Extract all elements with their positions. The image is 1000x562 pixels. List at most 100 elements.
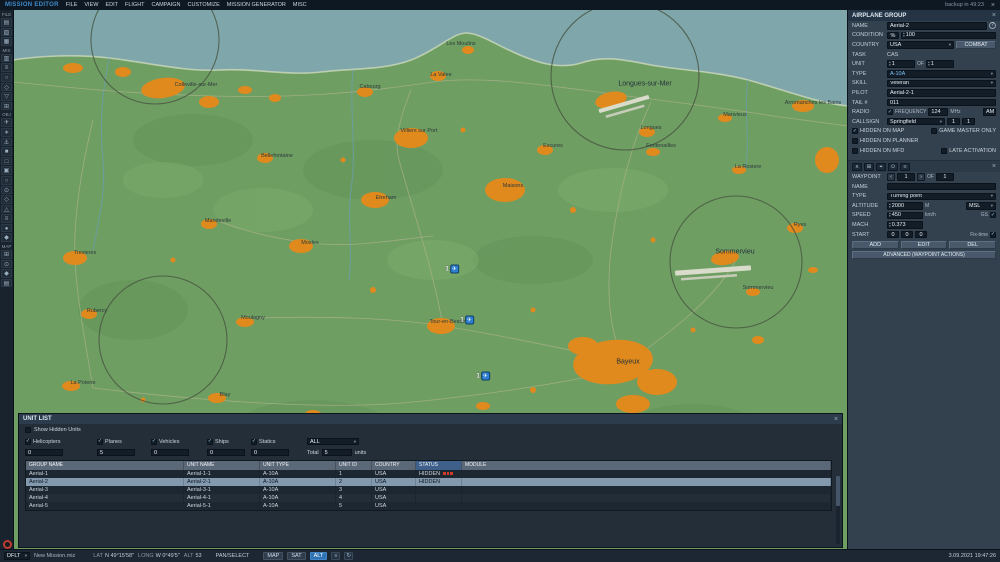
modulation-toggle[interactable]: AM [983,108,996,116]
country-select[interactable]: USA ▾ [887,41,954,49]
filter-helicopters-checkbox[interactable]: ✓ [25,438,31,445]
layers-list-icon[interactable]: ≡ [331,552,341,560]
col-module[interactable]: MODULE [462,461,831,470]
farp-icon[interactable]: ◇ [1,195,12,204]
group-name-input[interactable]: Aerial-2 [887,22,987,30]
warehouse-icon[interactable]: △ [1,204,12,214]
alt-view-button[interactable]: ALT [309,552,328,560]
collapse-icon[interactable]: ∧ [852,162,862,171]
menu-flight[interactable]: FLIGHT [125,2,145,8]
orbit-icon[interactable]: ⊙ [888,162,898,171]
menu-customize[interactable]: CUSTOMIZE [187,2,219,8]
mach-stepper[interactable]: ▴ ▾ 0.373 [887,221,923,229]
map-info-icon[interactable]: ▤ [1,278,12,288]
add-vehicle-icon[interactable]: ■ [1,147,12,156]
fix-time-checkbox[interactable]: ✓ [990,231,996,238]
col-unit-id[interactable]: UNIT ID [336,461,372,470]
menu-view[interactable]: VIEW [84,2,98,8]
add-static-icon[interactable]: □ [1,156,12,166]
menu-file[interactable]: FILE [66,2,78,8]
start-minutes-input[interactable]: 0 [901,230,913,239]
close-icon[interactable]: × [991,2,995,9]
waypoint-number-input[interactable]: 1 [897,173,915,181]
close-icon[interactable]: × [834,416,838,423]
prev-waypoint-button[interactable]: ‹ [887,173,895,181]
callsign-number-1[interactable]: 1 [947,117,960,126]
new-mission-icon[interactable]: ▤ [1,18,12,27]
save-mission-icon[interactable]: ▦ [1,37,12,46]
altitude-ref-select[interactable]: MSL ▾ [966,202,996,210]
speed-stepper[interactable]: ▴ ▾ 450 [887,211,923,220]
advanced-waypoint-actions-button[interactable]: ADVANCED (WAYPOINT ACTIONS) [852,251,996,260]
map-view-button[interactable]: MAP [263,552,284,560]
menu-mission-generator[interactable]: MISSION GENERATOR [227,2,286,8]
airplane-icon[interactable]: ✈ [449,264,459,274]
route-grid-icon[interactable]: ⊞ [864,162,874,171]
hidden-on-mfd-checkbox[interactable] [852,147,858,154]
callsign-number-2[interactable]: 1 [962,117,975,126]
tail-number-input[interactable]: 011 [887,98,996,107]
start-hours-input[interactable]: 0 [887,230,899,239]
radio-checkbox[interactable]: ✓ [887,109,893,116]
frequency-input[interactable]: 124 [928,108,949,116]
edit-waypoint-button[interactable]: EDIT [900,241,948,250]
triggers-icon[interactable]: ▽ [1,92,12,101]
col-status[interactable]: STATUS [416,461,462,470]
close-icon[interactable]: × [992,163,996,170]
close-icon[interactable]: × [992,12,996,19]
col-unit-type[interactable]: UNIT TYPE [260,461,336,470]
unit-total-stepper[interactable]: ▴ ▾ 1 [925,60,954,68]
pilot-name-input[interactable]: Aerial-2-1 [887,89,996,97]
table-scrollbar[interactable] [836,476,840,544]
weather-icon[interactable]: ○ [1,72,12,82]
add-ship-icon[interactable]: ⚓ [1,137,12,147]
hidden-on-map-checkbox[interactable]: ✓ [852,128,858,135]
add-helicopter-icon[interactable]: ∗ [1,127,12,137]
menu-edit[interactable]: EDIT [105,2,118,8]
route-list-icon[interactable]: ≡ [900,162,910,171]
map-layers-icon[interactable]: ⊞ [1,250,12,259]
table-row[interactable]: Aerial-4 Aerial-4-1 A-10A 4 USA [26,493,831,502]
altitude-stepper[interactable]: ▴ ▾ 2000 [887,202,923,210]
waypoint-target-icon[interactable]: ⌖ [876,162,886,171]
map-center-icon[interactable]: ◆ [1,269,12,278]
menu-misc[interactable]: MISC [293,2,307,8]
start-seconds-input[interactable]: 0 [915,230,927,239]
unit-marker-airplane[interactable]: 1 ✈ [460,315,474,325]
table-row[interactable]: Aerial-3 Aerial-3-1 A-10A 3 USA [26,485,831,494]
open-mission-icon[interactable]: ▧ [1,27,12,37]
table-row[interactable]: Aerial-1 Aerial-1-1 A-10A 1 USA HIDDEN [26,469,831,478]
bullseye-icon[interactable]: ⊙ [1,185,12,195]
table-row[interactable]: Aerial-5 Aerial-5-1 A-10A 5 USA [26,501,831,510]
next-waypoint-button[interactable]: › [917,173,925,181]
ground-speed-checkbox[interactable]: ✓ [990,212,996,219]
filter-vehicles-checkbox[interactable]: ✓ [151,438,157,445]
airplane-icon[interactable]: ✈ [464,315,474,325]
failures-icon[interactable]: ◇ [1,82,12,92]
waypoint-name-input[interactable] [887,182,996,191]
late-activation-checkbox[interactable] [941,147,948,154]
help-icon[interactable]: ? [989,22,996,30]
show-hidden-units-checkbox[interactable] [25,427,31,433]
trigger-zone-icon[interactable]: ○ [1,175,12,185]
col-unit-name[interactable]: UNIT NAME [184,461,260,470]
group-list-icon[interactable]: ≡ [1,214,12,223]
filter-ships-checkbox[interactable]: ✓ [207,438,213,445]
combat-button[interactable]: COMBAT [956,40,996,49]
game-master-only-checkbox[interactable] [931,128,938,135]
menu-campaign[interactable]: CAMPAIGN [152,2,181,8]
down-arrow-icon[interactable]: ▾ [903,35,905,39]
aircraft-type-select[interactable]: A-10A ▾ [887,70,996,78]
col-country[interactable]: COUNTRY [372,461,416,470]
marker-icon[interactable]: ◆ [1,233,12,243]
unit-marker-airplane[interactable]: 1 ✈ [445,264,459,274]
map-options-icon[interactable]: ⊙ [1,259,12,269]
mission-options-icon[interactable]: ≡ [1,63,12,72]
refresh-icon[interactable]: ↻ [344,552,354,560]
distance-tool-icon[interactable]: ● [1,223,12,233]
task-value[interactable]: CAS [887,52,898,58]
callsign-select[interactable]: Springfield ▾ [887,117,945,126]
unit-marker-airplane[interactable]: 1 ✈ [476,371,490,381]
category-select[interactable]: ALL ▾ [307,437,359,446]
filter-statics-checkbox[interactable]: ✓ [251,438,257,445]
